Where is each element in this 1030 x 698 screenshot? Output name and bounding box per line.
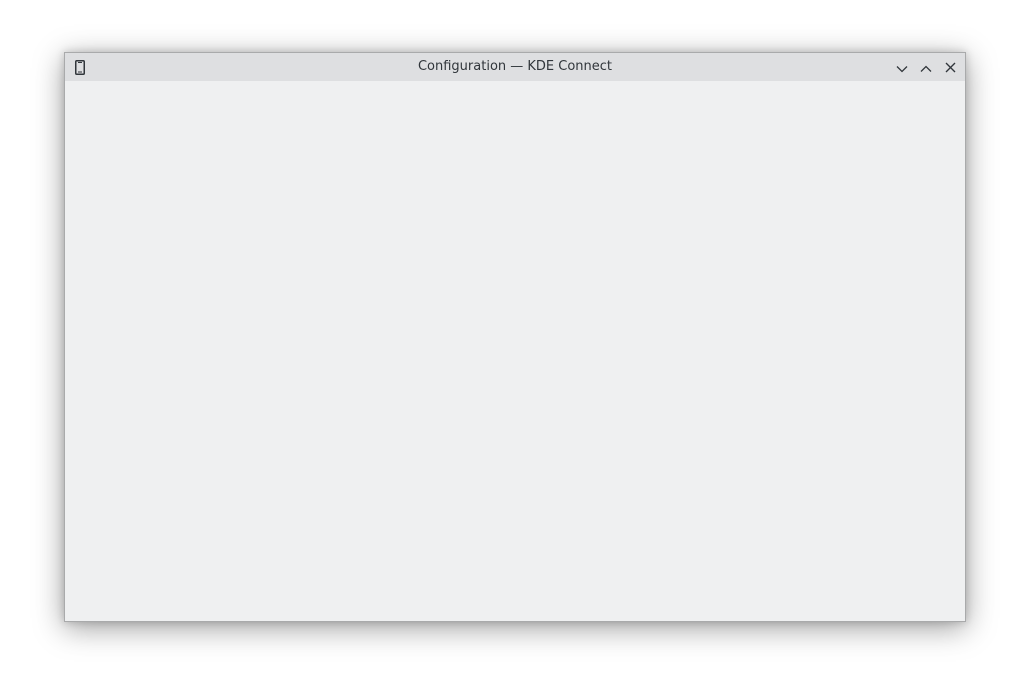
chevron-up-icon	[920, 58, 932, 77]
kde-connect-config-window: Configuration — KDE Connect	[64, 52, 966, 622]
window-content-area	[65, 81, 965, 621]
window-title: Configuration — KDE Connect	[417, 59, 613, 74]
maximize-button[interactable]	[915, 56, 937, 78]
close-button[interactable]	[939, 56, 961, 78]
title-bar[interactable]: Configuration — KDE Connect	[65, 53, 965, 81]
close-icon	[945, 58, 956, 77]
chevron-down-icon	[896, 58, 908, 77]
smartphone-icon[interactable]	[73, 59, 87, 75]
window-controls	[891, 56, 961, 78]
minimize-button[interactable]	[891, 56, 913, 78]
